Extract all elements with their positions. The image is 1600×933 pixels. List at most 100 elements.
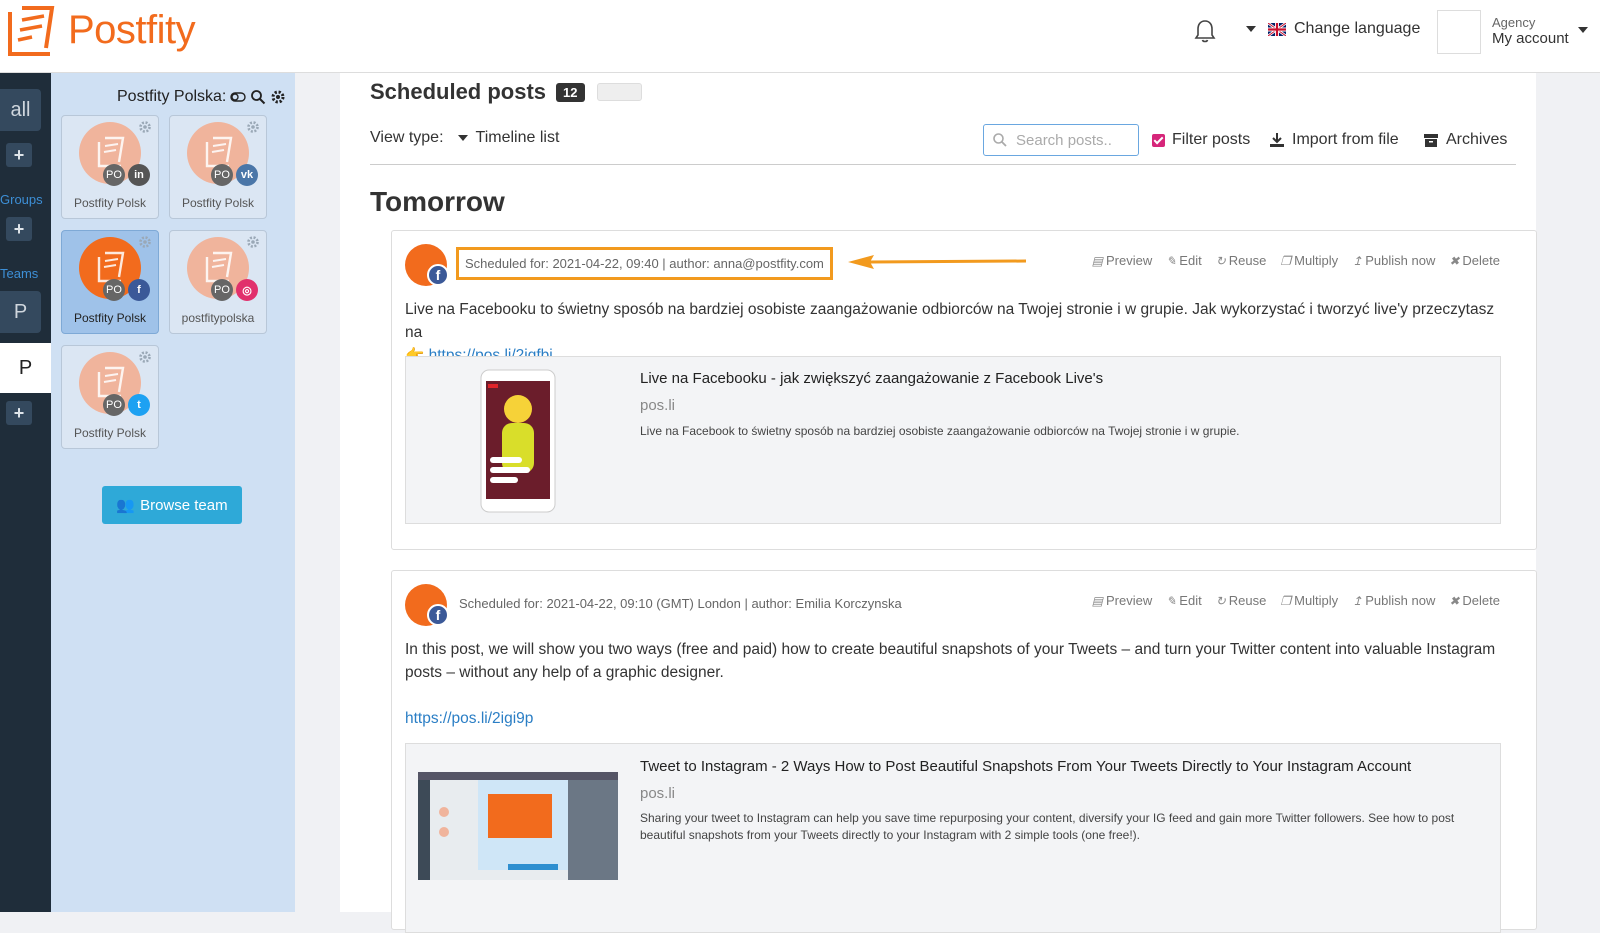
add-group-button[interactable]: + xyxy=(6,217,32,241)
archives-label: Archives xyxy=(1446,131,1508,148)
post-link[interactable]: https://pos.li/2igi9p xyxy=(405,710,533,727)
preview-button[interactable]: ▤ Preview xyxy=(1092,593,1153,608)
add-profile-button[interactable]: + xyxy=(6,143,32,167)
phone-thumbnail xyxy=(480,369,556,513)
postfity-logo[interactable]: Postfity xyxy=(6,4,196,56)
delete-button[interactable]: ✖ Delete xyxy=(1449,593,1500,608)
gear-icon[interactable] xyxy=(246,120,260,134)
page-title-text: Scheduled posts xyxy=(370,79,547,104)
multiply-button[interactable]: ❐ Multiply xyxy=(1280,253,1338,268)
profile-card[interactable]: PO vk Postfity Polsk xyxy=(169,115,267,219)
archives-button[interactable]: Archives xyxy=(1423,131,1507,149)
blank-pill xyxy=(596,83,642,101)
search-icon[interactable] xyxy=(250,89,266,105)
facebook-icon: f xyxy=(427,264,449,286)
multiply-label: Multiply xyxy=(1294,253,1339,268)
multiply-button[interactable]: ❐ Multiply xyxy=(1280,593,1338,608)
link-preview-card[interactable]: Tweet to Instagram - 2 Ways How to Post … xyxy=(405,743,1501,933)
post-actions: ▤ Preview ✎ Edit ↻ Reuse ❐ Multiply ↥ Publish… xyxy=(1078,593,1500,608)
instagram-icon: ◎ xyxy=(236,279,258,301)
account-menu[interactable]: Agency My account xyxy=(1492,15,1569,47)
add-team-button[interactable]: + xyxy=(6,401,32,425)
profile-badge: PO xyxy=(103,164,125,186)
search-input[interactable]: Search posts.. xyxy=(983,124,1139,156)
profile-card[interactable]: PO f Postfity Polsk xyxy=(61,230,159,334)
import-label: Import from file xyxy=(1292,131,1399,148)
article-thumbnail xyxy=(418,772,618,880)
reuse-button[interactable]: ↻ Reuse xyxy=(1216,253,1267,268)
profile-card[interactable]: PO t Postfity Polsk xyxy=(61,345,159,449)
account-chevron-down-icon[interactable] xyxy=(1578,27,1588,33)
uk-flag-icon xyxy=(1268,22,1286,36)
edit-button[interactable]: ✎ Edit xyxy=(1166,593,1201,608)
copy-icon: ❐ xyxy=(1280,253,1292,268)
arrow-up-icon: ↥ xyxy=(1352,253,1363,268)
filter-posts-toggle[interactable]: Filter posts xyxy=(1152,131,1250,149)
section-title-tomorrow: Tomorrow xyxy=(370,186,505,217)
publish-now-button[interactable]: ↥ Publish now xyxy=(1352,253,1435,268)
chevron-down-icon xyxy=(457,135,468,141)
multiply-label: Multiply xyxy=(1294,593,1339,608)
main-content: Scheduled posts 12 View type: Timeline l… xyxy=(340,73,1537,933)
gear-icon[interactable] xyxy=(270,89,286,105)
view-type-selector[interactable]: View type: Timeline list xyxy=(370,129,559,147)
team-profiles-panel: Postfity Polska: PO in Postfity Polsk PO vk P… xyxy=(51,73,295,912)
reuse-button[interactable]: ↻ Reuse xyxy=(1216,593,1267,608)
reuse-label: Reuse xyxy=(1228,593,1267,608)
gear-icon[interactable] xyxy=(246,235,260,249)
refresh-icon: ↻ xyxy=(1215,253,1226,268)
post-body: In this post, we will show you two ways … xyxy=(405,638,1505,730)
active-team-button[interactable]: P xyxy=(0,343,51,393)
account-role: Agency xyxy=(1492,15,1536,30)
team-name: Postfity Polska: xyxy=(117,88,227,105)
all-profiles-button[interactable]: all xyxy=(0,89,41,131)
pencil-icon: ✎ xyxy=(1166,593,1177,608)
page-title: Scheduled posts 12 xyxy=(370,79,642,105)
post-schedule-meta: Scheduled for: 2021-04-22, 09:40 | autho… xyxy=(456,247,833,280)
gear-icon[interactable] xyxy=(138,235,152,249)
filter-posts-label: Filter posts xyxy=(1172,131,1251,148)
filter-checkbox[interactable] xyxy=(1152,133,1165,147)
account-label: My account xyxy=(1492,30,1569,47)
top-bar: Postfity Change language Agency My accou… xyxy=(0,0,1600,73)
change-language-dropdown[interactable]: Change language xyxy=(1246,20,1420,38)
preview-description: Sharing your tweet to Instagram can help… xyxy=(640,811,1455,842)
arrow-up-icon: ↥ xyxy=(1352,593,1363,608)
scheduled-post: f Scheduled for: 2021-04-22, 09:40 | aut… xyxy=(391,230,1537,550)
profile-badge: PO xyxy=(211,164,233,186)
preview-label: Preview xyxy=(1105,593,1153,608)
account-avatar[interactable] xyxy=(1437,10,1481,54)
preview-title: Tweet to Instagram - 2 Ways How to Post … xyxy=(640,758,1412,775)
team-p-button[interactable]: P xyxy=(0,291,41,333)
pencil-icon: ✎ xyxy=(1166,253,1177,268)
delete-button[interactable]: ✖ Delete xyxy=(1449,253,1500,268)
annotation-arrow-icon xyxy=(848,255,1027,269)
toggle-icon[interactable] xyxy=(230,89,247,105)
import-from-file-button[interactable]: Import from file xyxy=(1269,131,1399,149)
gear-icon[interactable] xyxy=(138,350,152,364)
view-type-value: Timeline list xyxy=(475,129,560,146)
publish-now-label: Publish now xyxy=(1365,253,1436,268)
vk-icon: vk xyxy=(236,164,258,186)
preview-button[interactable]: ▤ Preview xyxy=(1092,253,1153,268)
refresh-icon: ↻ xyxy=(1215,593,1226,608)
gear-icon[interactable] xyxy=(138,120,152,134)
profile-name: postfitypolska xyxy=(181,311,255,325)
profile-badge: PO xyxy=(103,394,125,416)
search-icon xyxy=(993,133,1007,147)
page-scrollbar[interactable] xyxy=(1540,73,1600,912)
facebook-icon: f xyxy=(128,279,150,301)
profile-card[interactable]: PO in Postfity Polsk xyxy=(61,115,159,219)
preview-icon: ▤ xyxy=(1091,593,1103,608)
linkedin-icon: in xyxy=(128,164,150,186)
preview-description: Live na Facebook to świetny sposób na ba… xyxy=(640,424,1240,438)
bell-icon[interactable] xyxy=(1193,18,1217,44)
profile-badge: PO xyxy=(211,279,233,301)
profile-name: Postfity Polsk xyxy=(73,426,147,440)
edit-button[interactable]: ✎ Edit xyxy=(1166,253,1201,268)
browse-team-button[interactable]: 👥 Browse team xyxy=(102,486,242,524)
preview-domain: pos.li xyxy=(640,397,676,414)
profile-card[interactable]: PO ◎ postfitypolska xyxy=(169,230,267,334)
publish-now-button[interactable]: ↥ Publish now xyxy=(1352,593,1435,608)
link-preview-card[interactable]: Live na Facebooku - jak zwiększyć zaanga… xyxy=(405,356,1501,524)
